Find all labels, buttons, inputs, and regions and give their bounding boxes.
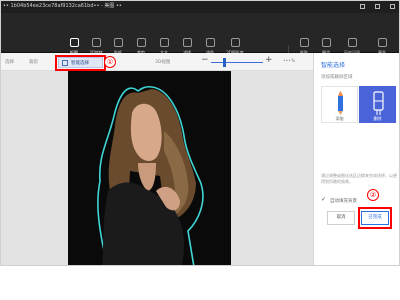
window-title: •• 1b04b54ee23ce78af9132ca61bd•• - 美图 •• [3, 3, 122, 9]
auto-fill-background-checkbox[interactable]: ✓ 自动填充背景 [321, 196, 398, 206]
history-icon [347, 38, 357, 47]
maximize-button[interactable] [375, 4, 380, 9]
minimize-button[interactable] [360, 4, 365, 9]
3d-view-toggle[interactable]: 3D视图 [155, 59, 170, 65]
annotation-box-smart-select [55, 55, 106, 71]
canvas-photo[interactable] [68, 71, 231, 265]
zoom-in-button[interactable]: + [265, 55, 273, 65]
text-icon [159, 38, 169, 47]
title-bar: •• 1b04b54ee23ce78af9132ca61bd•• - 美图 •• [1, 1, 399, 13]
remove-brush-button[interactable]: 删除 [359, 86, 396, 123]
filter-icon [182, 38, 192, 47]
portrait-image [68, 71, 231, 265]
annotation-number-1: ① [104, 56, 116, 68]
library-icon [230, 38, 240, 47]
more-icon [377, 38, 387, 47]
annotation-number-2: ② [367, 189, 379, 201]
zoom-out-button[interactable]: − [201, 55, 209, 65]
window-controls [360, 4, 395, 9]
zoom-slider-handle[interactable] [223, 58, 226, 67]
panel-description: 通过调整或细化选区边缘来完成选择，以便得到所需的效果。 [321, 173, 397, 184]
pencil-add-icon [338, 91, 343, 115]
close-button[interactable] [390, 4, 395, 9]
ribbon-toolbar: 抠图 3D旋转 贴纸 裁剪 文本 滤镜 调色 3D图形库 [1, 13, 399, 59]
annotation-box-done [358, 207, 392, 229]
zoom-percentage: •••% [283, 59, 296, 64]
undo-icon [321, 38, 331, 47]
panel-title: 智能选择 [321, 62, 346, 69]
smart-select-panel: 智能选择 添加或删除区域 添加 删除 通过调整或细化选区边缘来完成选择，以便得到… [313, 53, 399, 265]
crop-icon [136, 38, 146, 47]
cancel-button[interactable]: 取消 [327, 211, 355, 225]
brush-icon [69, 38, 79, 47]
add-brush-button[interactable]: 添加 [321, 86, 358, 123]
sticker-icon [113, 38, 123, 47]
paste-icon [299, 38, 309, 47]
auto-fill-label: 自动填充背景 [330, 198, 357, 204]
add-brush-label: 添加 [335, 116, 344, 121]
zoom-slider[interactable] [211, 62, 263, 63]
panel-subtitle: 添加或删除区域 [321, 75, 353, 80]
select-tool[interactable]: 选择 [5, 59, 14, 65]
cube-icon [91, 38, 101, 47]
remove-brush-label: 删除 [373, 116, 382, 121]
canvas-toolbar: 选择 裁剪 智能选择 3D视图 − + •••% [1, 53, 313, 71]
crop-tool[interactable]: 裁剪 [29, 59, 38, 65]
paint3d-window: •• 1b04b54ee23ce78af9132ca61bd•• - 美图 ••… [0, 0, 400, 266]
eraser-remove-icon [373, 91, 384, 115]
checkmark-icon: ✓ [321, 196, 327, 203]
adjust-icon [205, 38, 215, 47]
